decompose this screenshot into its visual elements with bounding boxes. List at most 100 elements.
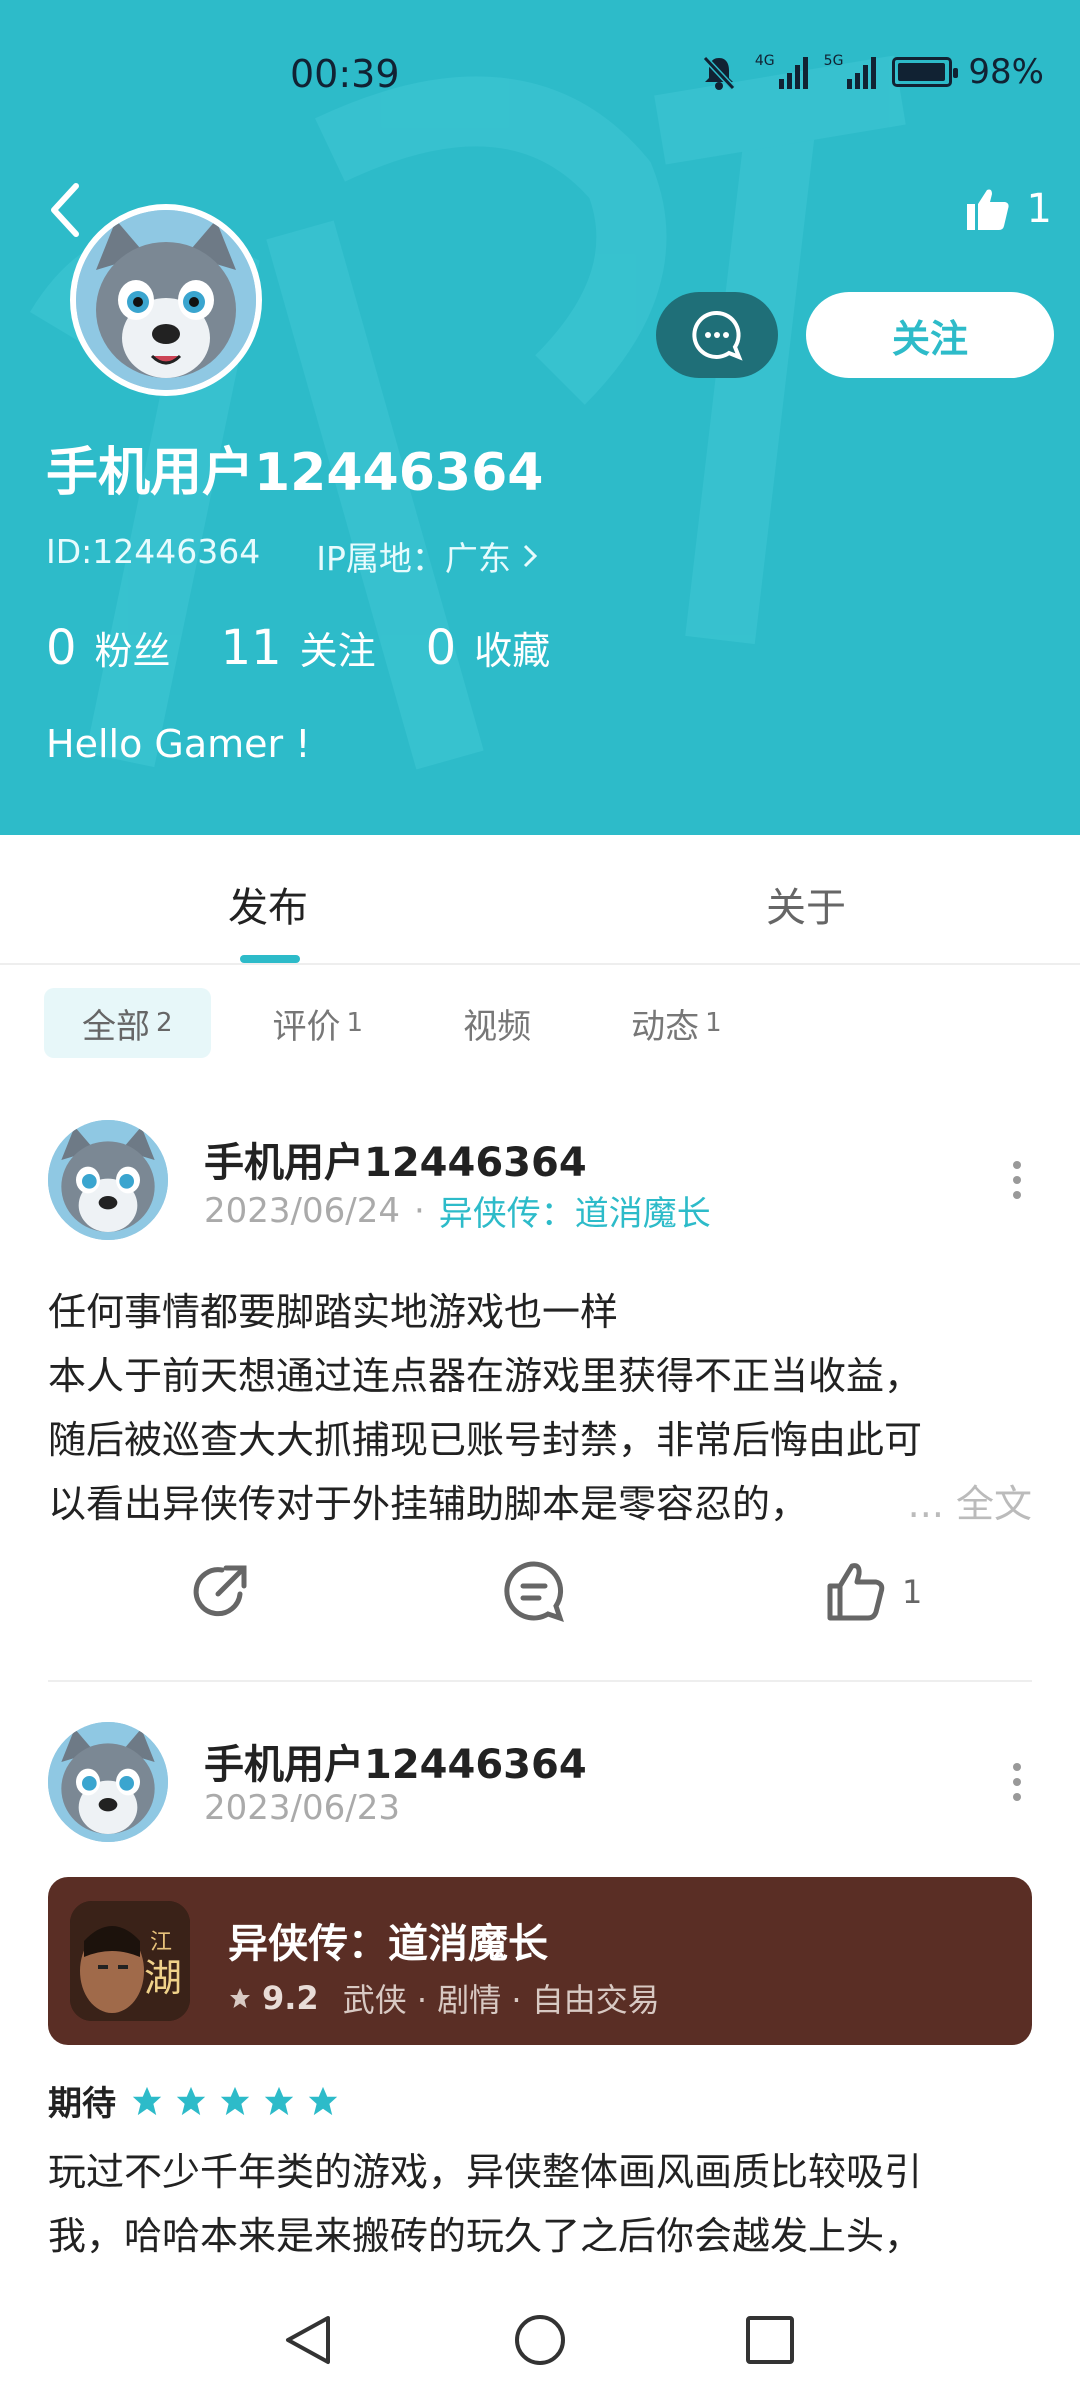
filter-count: 1 (705, 1008, 722, 1038)
filter-all[interactable]: 全部 2 (44, 988, 211, 1058)
stat-value: 11 (220, 620, 282, 676)
read-more-link[interactable]: ... 全文 (908, 1472, 1032, 1536)
nav-recents-icon[interactable] (742, 2312, 798, 2368)
game-info: 9.2 武侠 · 剧情 · 自由交易 (228, 1975, 660, 2021)
signal-icon-2 (847, 55, 877, 89)
post-line: 任何事情都要脚踏实地游戏也一样 (48, 1290, 619, 1334)
post-game-link[interactable]: 异侠传：道消魔长 (439, 1186, 711, 1235)
follow-button[interactable]: 关注 (806, 292, 1054, 378)
network-type-2: 5G (823, 53, 844, 69)
profile-stats: 0 粉丝 11 关注 0 收藏 (46, 620, 550, 676)
post-date: 2023/06/24 (204, 1190, 400, 1231)
post-divider (48, 1680, 1032, 1682)
like-count: 1 (902, 1573, 923, 1611)
game-title: 异侠传：道消魔长 (228, 1921, 548, 1967)
game-score: 9.2 (262, 1979, 319, 2017)
filter-label: 全部 (82, 1006, 150, 1047)
stat-value: 0 (46, 620, 77, 676)
post-filters: 全部 2 评价 1 视频 动态 1 (44, 988, 760, 1058)
thumbs-up-icon (827, 1563, 885, 1621)
star-icon (176, 2086, 206, 2115)
thumbs-up-icon (966, 189, 1009, 230)
game-icon-text-2: 湖 (144, 1956, 182, 2000)
ip-location[interactable]: IP属地：广东 (316, 532, 539, 580)
more-options-icon[interactable] (1012, 1762, 1022, 1802)
post-line: 玩过不少千年类的游戏，异侠整体画风画质比较吸引 (48, 2150, 923, 2194)
ip-location-label: IP属地：广东 (316, 539, 511, 578)
post-author[interactable]: 手机用户12446364 (204, 1130, 587, 1188)
post-line: 我，哈哈本来是来搬砖的玩久了之后你会越发上头， (48, 2214, 923, 2258)
mute-bell-icon (702, 55, 736, 91)
avatar[interactable] (70, 204, 262, 396)
star-icon (220, 2086, 250, 2115)
post-line: 本人于前天想通过连点器在游戏里获得不正当收益， (48, 1354, 923, 1398)
system-nav-bar (0, 2282, 1080, 2400)
tab-posts[interactable]: 发布 (228, 875, 308, 933)
star-rating (130, 2084, 340, 2118)
share-button[interactable] (188, 1560, 252, 1624)
post-meta: 2023/06/24 · 异侠传：道消魔长 (204, 1186, 711, 1235)
post-card[interactable]: 手机用户12446364 2023/06/23 (48, 1722, 1032, 1862)
avatar[interactable] (48, 1722, 168, 1842)
stat-following[interactable]: 11 关注 (221, 620, 376, 676)
game-card[interactable]: 江 湖 异侠传：道消魔长 9.2 武侠 · 剧情 · 自由交易 (48, 1877, 1032, 2045)
star-icon (264, 2086, 294, 2115)
review-body[interactable]: 玩过不少千年类的游戏，异侠整体画风画质比较吸引 我，哈哈本来是来搬砖的玩久了之后… (48, 2140, 1032, 2280)
avatar[interactable] (48, 1120, 168, 1240)
post-actions: 1 (48, 1560, 1032, 1640)
nav-back-icon[interactable] (282, 2312, 334, 2368)
user-id: ID:12446364 (46, 532, 261, 571)
filter-reviews[interactable]: 评价 1 (235, 988, 402, 1058)
filter-label: 动态 (631, 1006, 700, 1047)
message-button[interactable] (656, 292, 778, 378)
status-bar: 00:39 4G 5G 98% (0, 0, 1080, 150)
review-label: 期待 (48, 2084, 116, 2124)
filter-count: 1 (346, 1008, 364, 1038)
chat-bubble-icon (692, 310, 743, 361)
star-icon (230, 1988, 250, 2008)
stat-label: 收藏 (474, 629, 551, 673)
post-card[interactable]: 手机用户12446364 2023/06/24 · 异侠传：道消魔长 任何事情都… (48, 1120, 1032, 1660)
filter-label: 视频 (463, 1006, 532, 1047)
profile-bio: Hello Gamer ! (46, 722, 311, 766)
status-icons: 4G 5G 98% (699, 52, 1044, 92)
post-author[interactable]: 手机用户12446364 (204, 1732, 587, 1790)
stat-value: 0 (425, 620, 457, 676)
filter-moments[interactable]: 动态 1 (593, 988, 760, 1058)
profile-id-line: ID:12446364 IP属地：广东 (46, 532, 539, 580)
review-rating: 期待 (48, 2076, 340, 2125)
post-last-line: 以看出异侠传对于外挂辅助脚本是零容忍的， ... 全文 (48, 1472, 1032, 1536)
network-type-1: 4G (754, 53, 775, 69)
post-meta: 2023/06/23 (204, 1788, 400, 1828)
game-logo-icon: 江 湖 (70, 1901, 190, 2021)
meta-separator: · (413, 1190, 425, 1231)
post-body[interactable]: 任何事情都要脚踏实地游戏也一样 本人于前天想通过连点器在游戏里获得不正当收益， … (48, 1280, 1032, 1536)
game-icon-text-1: 江 (150, 1930, 172, 1955)
wolf-avatar-icon (48, 1722, 168, 1842)
wolf-avatar-icon (48, 1120, 168, 1240)
user-profile-page: 00:39 4G 5G 98% 1 关注 手机用户12446364 ID:124… (0, 0, 1080, 2400)
filter-label: 评价 (272, 1006, 341, 1047)
wolf-avatar-icon (76, 210, 256, 390)
post-line: 更新内容也越来越好了这次更新福利活动就对散人挺 (48, 2268, 1032, 2280)
comment-icon (504, 1561, 564, 1622)
like-button[interactable]: 1 (824, 1560, 922, 1624)
comment-button[interactable] (502, 1560, 566, 1624)
profile-like-count: 1 (1026, 186, 1052, 232)
post-date: 2023/06/23 (204, 1788, 400, 1828)
more-options-icon[interactable] (1012, 1160, 1022, 1200)
nav-home-icon[interactable] (512, 2312, 568, 2368)
profile-header: 00:39 4G 5G 98% 1 关注 手机用户12446364 ID:124… (0, 0, 1080, 835)
profile-username: 手机用户12446364 (46, 443, 544, 503)
profile-likes[interactable]: 1 (963, 184, 1052, 234)
filter-count: 2 (156, 1008, 173, 1038)
filter-videos[interactable]: 视频 (425, 988, 569, 1058)
signal-icon-1 (778, 55, 808, 89)
active-tab-indicator (240, 955, 300, 963)
back-arrow-icon[interactable] (44, 180, 92, 240)
stat-followers[interactable]: 0 粉丝 (46, 620, 171, 676)
stat-favorites[interactable]: 0 收藏 (426, 620, 551, 676)
tab-about[interactable]: 关于 (766, 875, 846, 933)
game-tags: 武侠 · 剧情 · 自由交易 (342, 1981, 660, 2019)
star-icon (132, 2086, 162, 2115)
